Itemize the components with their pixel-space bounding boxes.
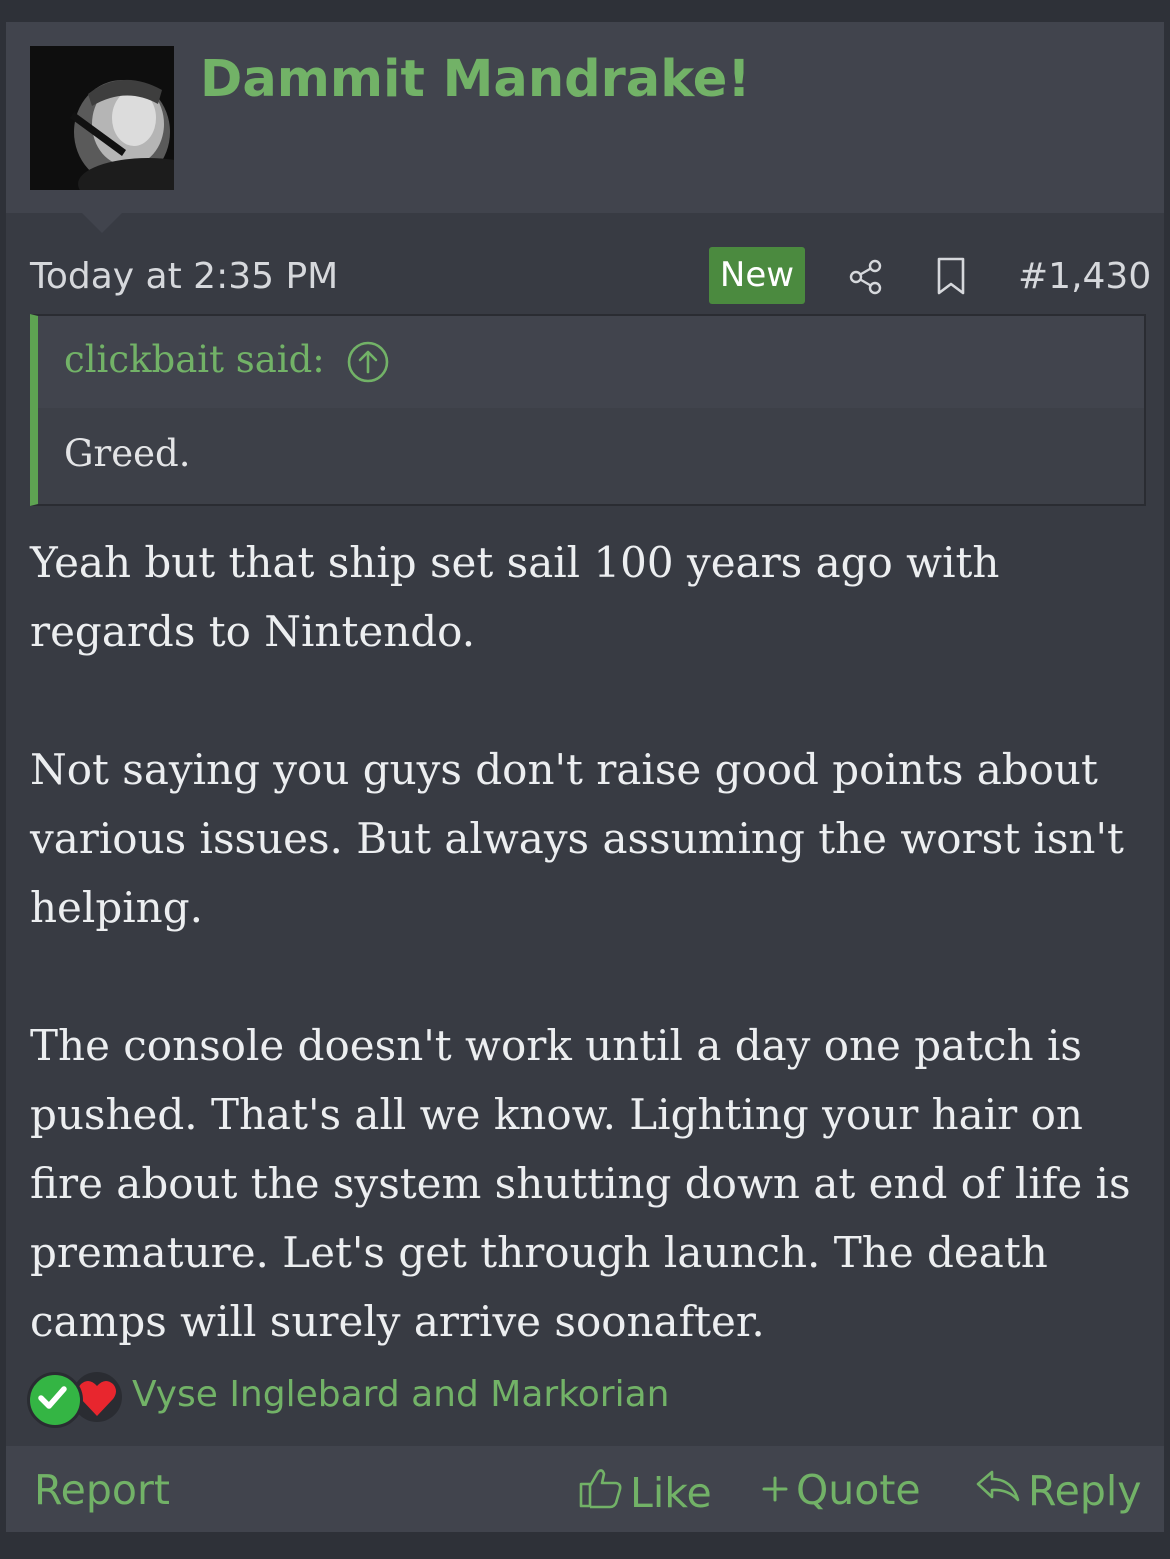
new-badge: New	[709, 247, 805, 304]
post-body: Yeah but that ship set sail 100 years ag…	[30, 528, 1150, 1425]
post-paragraph: The console doesn't work until a day one…	[30, 1021, 1131, 1346]
quote-block: clickbait said: Greed.	[30, 314, 1146, 506]
reactions-bar: Vyse Inglebard and Markorian	[24, 1364, 1124, 1434]
reaction-users[interactable]: Vyse Inglebard and Markorian	[132, 1374, 670, 1415]
user-header: Dammit Mandrake!	[6, 22, 1164, 213]
avatar[interactable]	[30, 46, 174, 190]
quote-header: clickbait said:	[38, 316, 1144, 408]
quote-button[interactable]: Quote	[760, 1466, 921, 1514]
thumbs-up-icon	[578, 1466, 624, 1520]
checkmark-reaction-icon[interactable]	[27, 1372, 83, 1428]
reply-label: Reply	[1028, 1467, 1142, 1515]
header-pointer	[82, 213, 122, 233]
post-paragraph: Yeah but that ship set sail 100 years ag…	[30, 538, 1000, 656]
plus-icon	[760, 1466, 790, 1514]
quote-label: Quote	[796, 1466, 921, 1514]
report-link[interactable]: Report	[34, 1466, 170, 1514]
post-paragraph: Not saying you guys don't raise good poi…	[30, 745, 1124, 932]
post-card: Dammit Mandrake! Today at 2:35 PM New #1…	[6, 22, 1164, 1532]
bookmark-icon[interactable]	[934, 256, 968, 300]
like-label: Like	[630, 1469, 712, 1517]
arrow-up-circle-icon[interactable]	[346, 340, 390, 388]
quote-text: Greed.	[64, 432, 191, 475]
post-number[interactable]: #1,430	[1018, 256, 1151, 297]
username[interactable]: Dammit Mandrake!	[200, 50, 751, 109]
quote-author[interactable]: clickbait said:	[64, 338, 325, 381]
post-meta: Today at 2:35 PM New #1,430	[6, 234, 1164, 318]
post-date[interactable]: Today at 2:35 PM	[30, 256, 338, 297]
reply-arrow-icon	[974, 1466, 1022, 1516]
post-footer: Report Like Quote Reply	[6, 1446, 1164, 1532]
reply-button[interactable]: Reply	[974, 1466, 1142, 1516]
like-button[interactable]: Like	[578, 1466, 712, 1520]
share-icon[interactable]	[846, 257, 886, 301]
